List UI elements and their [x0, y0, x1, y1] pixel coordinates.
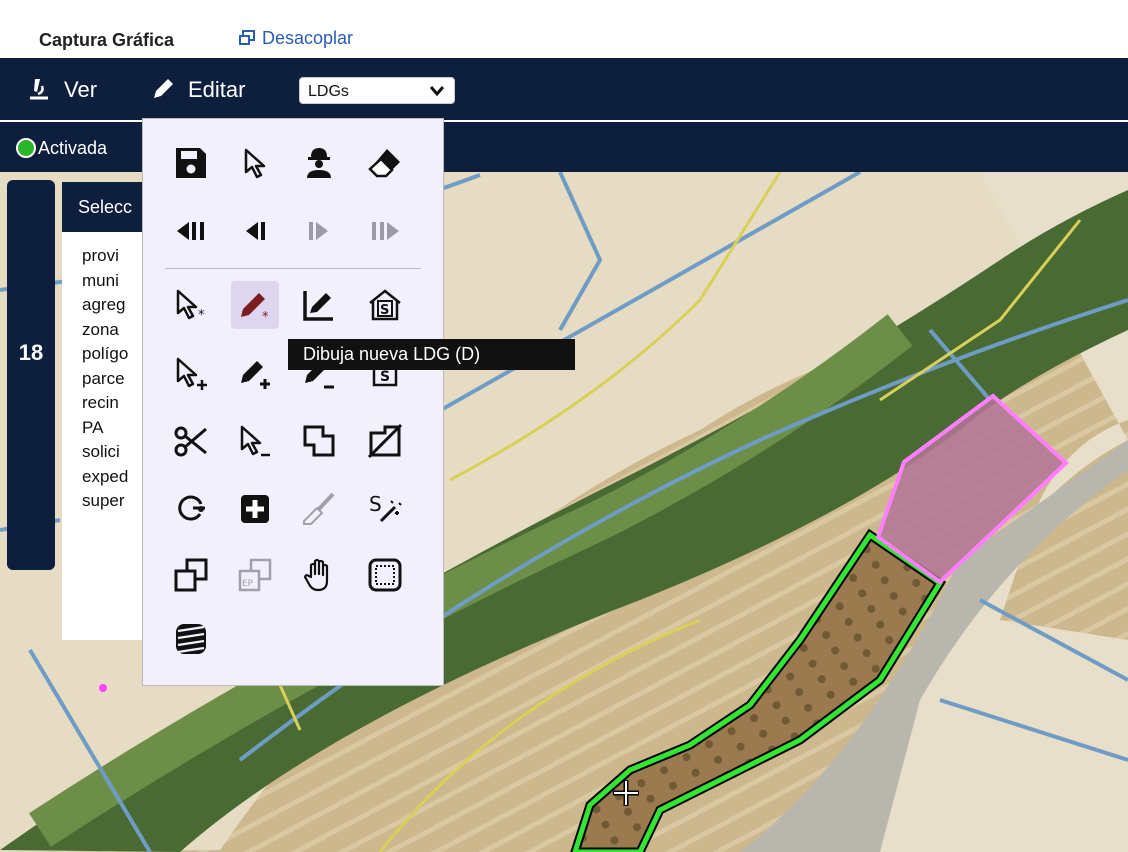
tool-tooltip: Dibuja nueva LDG (D) — [288, 339, 575, 370]
delete-shape-tool[interactable] — [361, 417, 409, 465]
pencil-add-tool[interactable] — [231, 349, 279, 397]
save-icon — [176, 148, 206, 178]
house-s-tool[interactable]: S — [361, 281, 409, 329]
hand-tool[interactable] — [295, 551, 343, 599]
previous-step-tool[interactable] — [231, 207, 279, 255]
delete-shape-icon — [367, 423, 403, 459]
eraser-tool[interactable] — [361, 139, 409, 187]
edit-menu-button[interactable]: Editar — [150, 76, 245, 103]
select-remove-tool[interactable] — [231, 417, 279, 465]
draw-new-ldg-icon: * — [241, 293, 269, 323]
dashed-square-tool[interactable] — [361, 551, 409, 599]
pencil-add-icon — [241, 361, 270, 389]
worker-tool[interactable] — [295, 139, 343, 187]
add-box-icon — [241, 495, 269, 523]
undock-label: Desacoplar — [262, 28, 354, 48]
add-box-tool[interactable] — [231, 485, 279, 533]
hand-icon — [303, 558, 329, 592]
svg-text:EP: EP — [242, 579, 254, 589]
select-tool[interactable] — [231, 139, 279, 187]
svg-text:S: S — [380, 369, 390, 385]
title-bar: Captura Gráfica Desacoplar — [0, 0, 1128, 58]
select-star-icon: * — [176, 289, 205, 323]
first-step-tool[interactable] — [167, 207, 215, 255]
side-tab[interactable]: 18 — [7, 180, 55, 570]
select-add-tool[interactable] — [167, 349, 215, 397]
edit-vertex-tool[interactable] — [295, 281, 343, 329]
select-remove-icon — [240, 425, 270, 457]
save-tool[interactable] — [167, 139, 215, 187]
first-step-icon — [177, 222, 204, 240]
svg-text:S: S — [369, 492, 382, 516]
stripes-tool[interactable] — [167, 615, 215, 663]
undock-icon — [239, 30, 255, 45]
edit-vertex-icon — [303, 291, 333, 321]
copy-ep-icon: EP — [238, 558, 272, 592]
dashed-square-icon — [368, 558, 402, 592]
selection-panel-title: Selecc — [78, 197, 133, 217]
selection-info-panel: Selecc provi muni agreg zona polígo parc… — [62, 182, 152, 640]
edit-tool-palette: * * S S S EP — [142, 118, 444, 686]
worker-icon — [307, 148, 331, 178]
select-add-icon — [176, 357, 207, 390]
side-tab-number: 18 — [18, 340, 44, 365]
copy-ep-tool[interactable]: EP — [231, 551, 279, 599]
brush-tool[interactable] — [295, 485, 343, 533]
status-label: Activada — [38, 138, 108, 158]
copy-icon — [174, 558, 208, 592]
draw-new-ldg-tool[interactable]: * — [231, 281, 279, 329]
select-star-tool[interactable]: * — [167, 281, 215, 329]
last-step-tool[interactable] — [361, 207, 409, 255]
status-dot-icon — [16, 138, 36, 158]
rotate-tool[interactable] — [167, 485, 215, 533]
undock-link[interactable]: Desacoplar — [238, 28, 353, 49]
select-arrow-icon — [244, 148, 266, 179]
previous-step-icon — [246, 222, 265, 240]
microscope-icon — [30, 79, 48, 100]
stripes-icon — [176, 624, 206, 654]
scissors-tool[interactable] — [167, 417, 215, 465]
edit-menu-label: Editar — [188, 77, 246, 102]
pencil-icon — [154, 79, 173, 98]
merge-shapes-icon — [303, 425, 335, 457]
magic-s-tool[interactable]: S — [361, 485, 409, 533]
last-step-icon — [372, 222, 399, 240]
svg-text:*: * — [262, 310, 269, 323]
view-menu-button[interactable]: Ver — [26, 76, 97, 103]
scissors-icon — [174, 426, 207, 457]
copy-tool[interactable] — [167, 551, 215, 599]
house-s-icon: S — [369, 289, 401, 321]
rotate-icon — [178, 495, 205, 521]
magic-s-icon: S — [369, 492, 402, 523]
layer-select[interactable]: LDGs — [299, 77, 455, 104]
next-step-tool[interactable] — [295, 207, 343, 255]
palette-divider — [165, 268, 421, 269]
svg-text:*: * — [198, 308, 205, 323]
chevron-down-icon — [430, 86, 444, 97]
window-title: Captura Gráfica — [39, 30, 175, 50]
move-cursor-icon — [613, 780, 639, 806]
svg-text:S: S — [380, 303, 389, 318]
selection-panel-header: Selecc — [62, 182, 152, 232]
layer-select-value: LDGs — [308, 83, 349, 100]
merge-shapes-tool[interactable] — [295, 417, 343, 465]
next-step-icon — [309, 222, 328, 240]
view-menu-label: Ver — [64, 77, 98, 102]
brush-icon — [303, 492, 335, 525]
eraser-icon — [368, 149, 400, 178]
